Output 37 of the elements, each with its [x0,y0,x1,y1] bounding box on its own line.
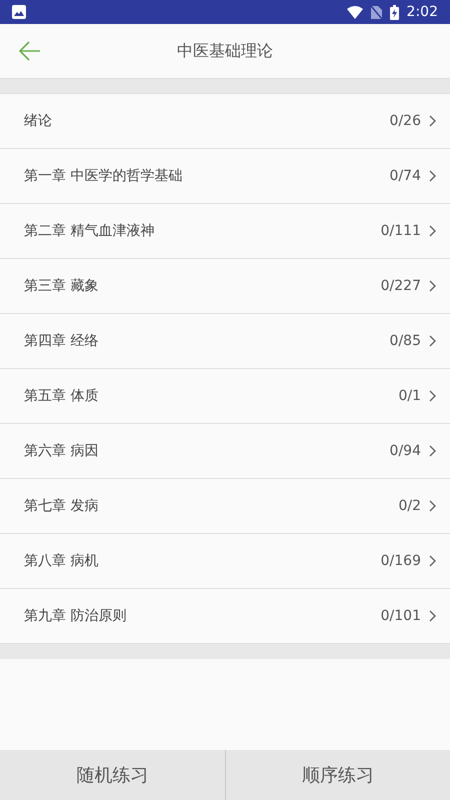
chevron-right-icon [429,115,436,127]
no-sim-icon [370,6,382,18]
chevron-right-icon [429,280,436,292]
chapter-title: 第二章 精气血津液神 [24,222,156,240]
progress-count: 0/26 [390,112,421,130]
progress-count: 0/227 [380,276,421,296]
chapter-title: 绪论 [24,112,53,130]
status-time: 2:02 [406,2,438,22]
chevron-right-icon [429,610,436,622]
progress-count: 0/2 [398,496,421,516]
chapter-title: 第六章 病因 [24,442,100,460]
chapter-title: 第三章 藏象 [24,276,100,296]
chapter-title: 第四章 经络 [24,332,100,350]
chapter-title: 第八章 病机 [24,552,100,570]
chapter-title: 第七章 发病 [24,496,100,516]
chevron-right-icon [429,500,436,512]
chapter-title: 第九章 防治原则 [24,606,128,626]
chevron-right-icon [429,445,436,457]
progress-count: 0/74 [390,166,421,186]
chapter-title: 第一章 中医学的哲学基础 [24,166,184,186]
battery-charging-icon [390,4,399,20]
progress-count: 0/1 [398,386,421,406]
progress-count: 0/85 [390,332,421,350]
wifi-icon [346,6,363,18]
back-button[interactable] [18,39,42,63]
progress-count: 0/169 [380,552,421,570]
chevron-right-icon [429,390,436,402]
page-title: 中医基础理论 [177,40,273,62]
chevron-right-icon [429,335,436,347]
chapter-title: 第五章 体质 [24,386,100,406]
image-icon [12,5,26,19]
chevron-right-icon [429,170,436,182]
progress-count: 0/111 [380,222,421,240]
chevron-right-icon [429,555,436,567]
progress-count: 0/94 [390,442,421,460]
chevron-right-icon [429,225,436,237]
progress-count: 0/101 [380,606,421,626]
